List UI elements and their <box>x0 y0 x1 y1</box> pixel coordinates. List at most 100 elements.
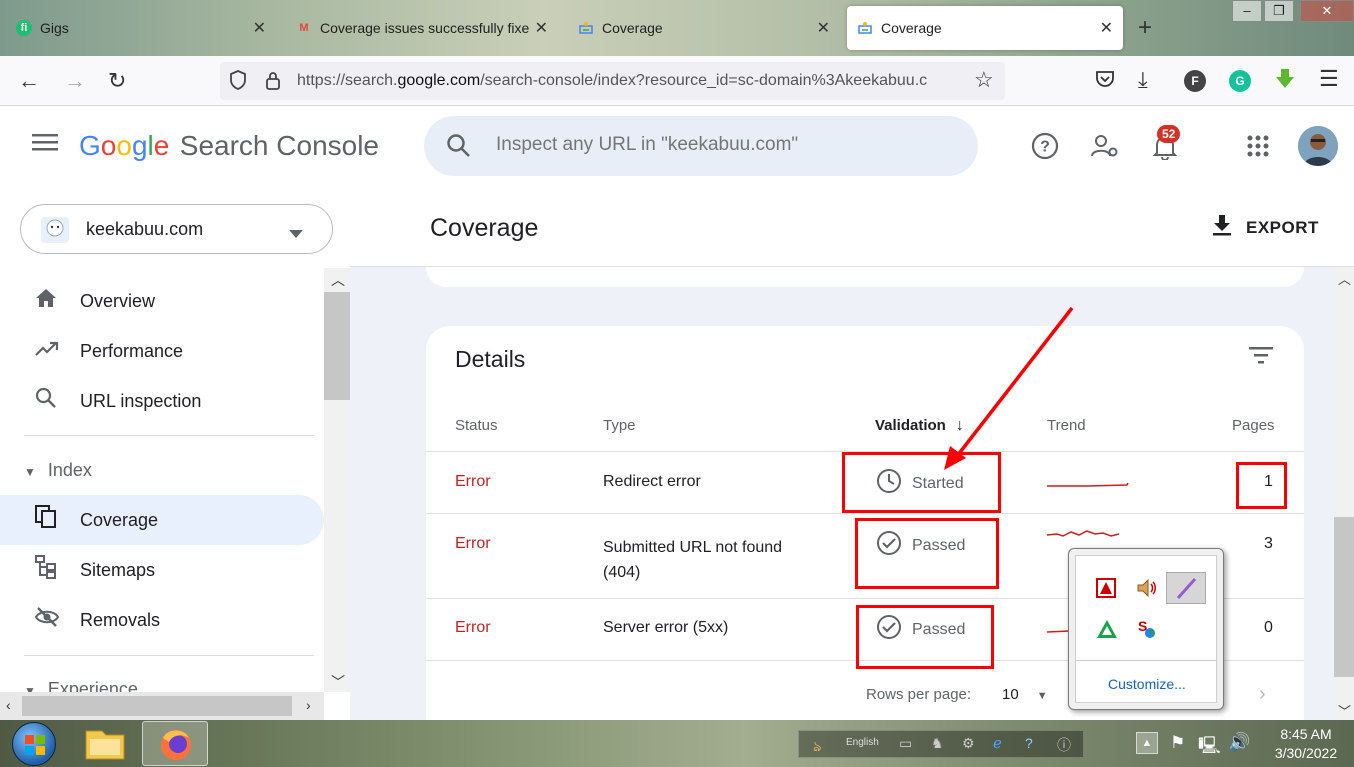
system-clock[interactable]: 8:45 AM 3/30/2022 <box>1264 725 1348 763</box>
column-header-status[interactable]: Status <box>455 417 498 434</box>
shield-icon[interactable] <box>228 69 248 96</box>
property-selector[interactable]: keekabuu.com <box>20 204 333 254</box>
app-header: Google Search Console ? 52 <box>0 106 1354 190</box>
close-icon[interactable]: ✕ <box>817 18 830 38</box>
sidebar-item-coverage[interactable]: Coverage <box>0 495 324 545</box>
fiverr-icon: fi <box>16 20 32 36</box>
start-button[interactable] <box>12 722 56 766</box>
close-icon[interactable]: ✕ <box>253 18 266 38</box>
lock-icon[interactable] <box>264 70 282 97</box>
show-hidden-icons-button[interactable]: ▲ <box>1136 732 1158 754</box>
grammarly-icon[interactable]: G <box>1229 70 1251 92</box>
tab-gigs[interactable]: fi Gigs ✕ <box>6 6 276 50</box>
download-helper-icon[interactable] <box>1274 67 1296 96</box>
main-vertical-scrollbar[interactable]: ︿ ﹀ <box>1334 267 1354 720</box>
sidebar-item-label: URL inspection <box>80 390 202 411</box>
trending-up-icon <box>0 340 80 363</box>
sidebar-item-performance[interactable]: Performance <box>0 326 324 376</box>
minimize-button[interactable]: – <box>1232 0 1262 22</box>
filter-icon[interactable] <box>1249 346 1273 369</box>
scroll-up-arrow-icon[interactable]: ︿ <box>1338 269 1351 288</box>
url-inspection-search[interactable] <box>424 116 978 176</box>
next-page-icon[interactable]: › <box>1259 683 1266 706</box>
tab-title: Coverage <box>602 20 663 36</box>
window-close-button[interactable]: ✕ <box>1300 0 1354 22</box>
menu-icon[interactable]: ☰ <box>1319 66 1339 92</box>
volume-icon[interactable]: 🔊 <box>1228 732 1250 753</box>
close-icon[interactable]: ✕ <box>535 18 548 38</box>
column-header-type[interactable]: Type <box>603 417 636 434</box>
dropdown-arrow-icon[interactable] <box>289 225 303 243</box>
forward-icon[interactable]: → <box>64 68 86 94</box>
speaker-icon[interactable] <box>1136 578 1158 603</box>
flag-icon[interactable]: ⚑ <box>1170 733 1185 753</box>
tab-coverage-active[interactable]: Coverage ✕ <box>847 6 1123 50</box>
keyboard-icon[interactable]: ▭ <box>899 735 912 752</box>
users-settings-icon[interactable] <box>1091 133 1119 164</box>
bunny-icon[interactable]: ♞ <box>931 735 944 752</box>
export-button[interactable]: EXPORT <box>1212 214 1319 241</box>
pen-tool-icon[interactable] <box>1166 572 1206 604</box>
scroll-left-arrow-icon[interactable]: ‹ <box>6 697 11 713</box>
avatar[interactable] <box>1298 126 1338 166</box>
tab-coverage-1[interactable]: Coverage ✕ <box>568 6 840 50</box>
sidebar-item-overview[interactable]: Overview <box>0 276 324 326</box>
dropdown-arrow-icon: ▼ <box>1036 690 1048 702</box>
ie-icon[interactable]: ℯ <box>993 734 1002 752</box>
hamburger-menu-icon[interactable] <box>32 132 58 157</box>
coverage-icon <box>0 505 80 535</box>
status-cell: Error <box>455 535 491 552</box>
adobe-icon[interactable] <box>1096 578 1116 603</box>
scroll-thumb[interactable] <box>1334 517 1354 677</box>
scroll-down-arrow-icon[interactable]: ﹀ <box>1338 701 1351 720</box>
tab-title: Coverage issues successfully fixe <box>320 20 529 36</box>
search-input[interactable] <box>496 134 936 156</box>
sidebar-section-index[interactable]: ▼ Index <box>24 460 92 481</box>
app-logo[interactable]: Google Search Console <box>79 130 379 162</box>
help-icon[interactable]: ? <box>1031 132 1059 165</box>
sidebar-horizontal-scrollbar[interactable]: ‹ › <box>0 692 324 720</box>
apps-grid-icon[interactable] <box>1246 134 1270 163</box>
scroll-thumb[interactable] <box>324 292 350 400</box>
extension-f-icon[interactable]: F <box>1184 70 1206 92</box>
sidebar-item-url-inspection[interactable]: URL inspection <box>0 376 324 426</box>
new-tab-button[interactable]: + <box>1138 14 1152 42</box>
url-text[interactable]: https://search.google.com/search-console… <box>297 72 965 90</box>
language-toolbar: ঌ English ▭ ♞ ⚙ ℯ ? ⓘ <box>798 730 1084 758</box>
downloads-icon[interactable]: ⤓ <box>1138 67 1148 93</box>
network-icon[interactable]: 🖳 <box>1198 733 1221 762</box>
sidebar-vertical-scrollbar[interactable]: ︿ ﹀ <box>324 268 350 692</box>
sidebar-item-sitemaps[interactable]: Sitemaps <box>0 545 324 595</box>
pocket-icon[interactable] <box>1094 68 1116 95</box>
sidebar-item-removals[interactable]: Removals <box>0 595 324 645</box>
rows-per-page-select[interactable]: 10 ▼ <box>1002 686 1048 703</box>
firefox-taskbar-icon[interactable] <box>142 721 208 766</box>
sync-app-icon[interactable]: S <box>1136 618 1158 645</box>
scroll-right-arrow-icon[interactable]: › <box>306 697 311 713</box>
scroll-up-arrow-icon[interactable]: ︿ <box>331 270 345 290</box>
tab-gmail[interactable]: M Coverage issues successfully fixe ✕ <box>286 6 558 50</box>
bookmark-star-icon[interactable]: ☆ <box>974 67 994 93</box>
scroll-thumb[interactable] <box>22 696 292 716</box>
url-bar[interactable]: https://search.google.com/search-console… <box>220 62 1005 100</box>
sidebar-item-label: Removals <box>80 609 161 630</box>
ime-icon[interactable]: ঌ <box>813 735 821 759</box>
maximize-button[interactable]: ❐ <box>1264 0 1294 22</box>
file-explorer-icon[interactable] <box>72 723 138 765</box>
close-icon[interactable]: ✕ <box>1100 18 1113 38</box>
google-logo: Google <box>79 130 170 161</box>
help-circle-icon[interactable]: ? <box>1025 735 1033 751</box>
customize-link[interactable]: Customize... <box>1108 676 1186 692</box>
green-triangle-icon[interactable] <box>1096 618 1118 645</box>
annotation-box-pages <box>1236 462 1287 509</box>
settings-gear-icon[interactable]: ⚙ <box>962 735 975 752</box>
language-label[interactable]: English <box>846 737 879 748</box>
search-icon[interactable] <box>446 133 472 164</box>
sidebar-item-label: Sitemaps <box>80 559 156 580</box>
column-header-pages[interactable]: Pages <box>1232 417 1275 434</box>
scroll-down-arrow-icon[interactable]: ﹀ <box>331 672 345 692</box>
url-path: /search-console/index?resource_id=sc-dom… <box>480 72 928 89</box>
back-icon[interactable]: ← <box>18 68 40 94</box>
reload-icon[interactable]: ↻ <box>108 68 126 94</box>
info-icon[interactable]: ⓘ <box>1057 735 1071 755</box>
